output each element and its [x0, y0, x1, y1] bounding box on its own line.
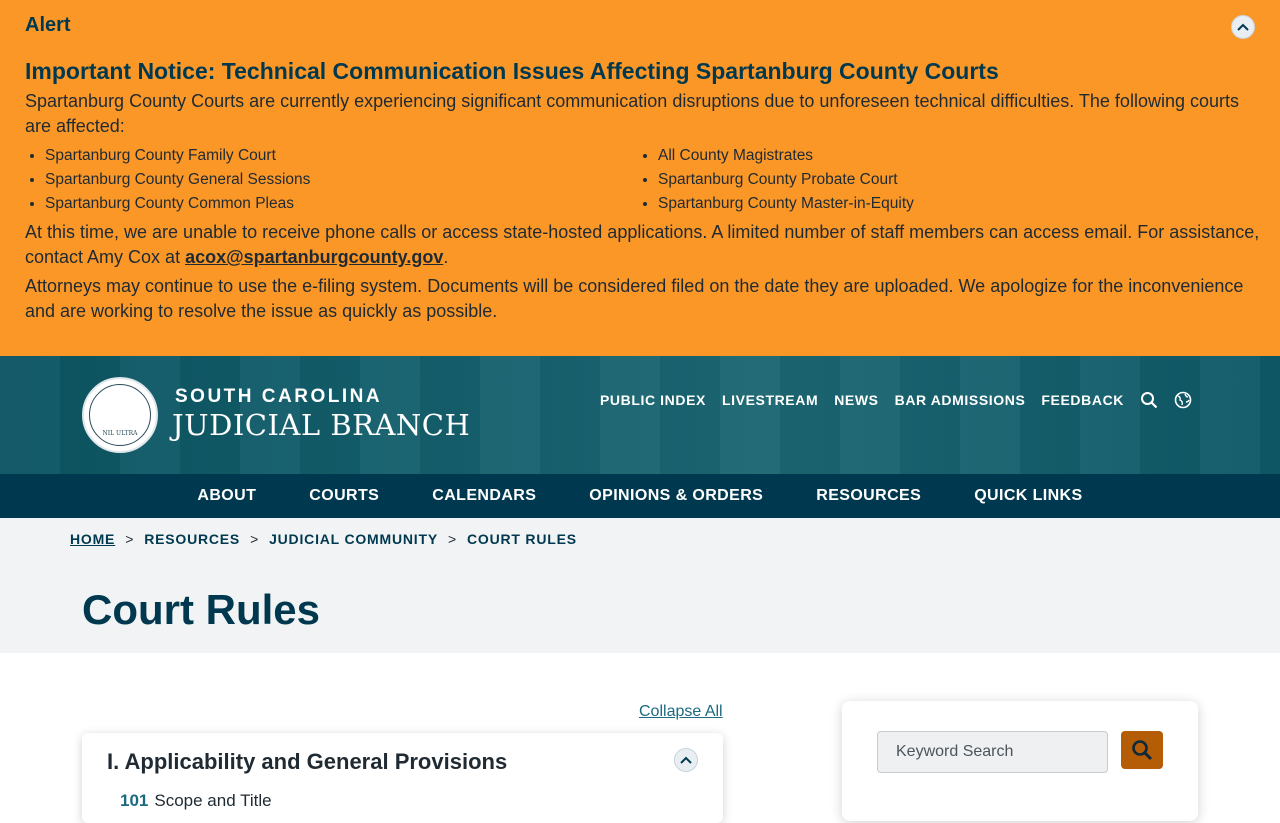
seal-motto: NIL ULTRA — [102, 430, 138, 437]
alert-contact-paragraph: At this time, we are unable to receive p… — [25, 220, 1260, 270]
list-item: Spartanburg County Master-in-Equity — [658, 192, 914, 216]
rule-number[interactable]: 101 — [120, 791, 148, 810]
breadcrumb: HOME > RESOURCES > JUDICIAL COMMUNITY > … — [70, 531, 577, 547]
accordion-collapse-button[interactable] — [674, 748, 698, 772]
page-title: Court Rules — [82, 586, 321, 633]
alert-collapse-button[interactable] — [1231, 15, 1255, 39]
keyword-search-input[interactable] — [877, 731, 1108, 773]
nav-calendars[interactable]: CALENDARS — [432, 487, 536, 505]
title-band: HOME > RESOURCES > JUDICIAL COMMUNITY > … — [0, 518, 1280, 653]
affected-courts-right: All County Magistrates Spartanburg Count… — [658, 144, 914, 216]
alert-intro: Spartanburg County Courts are currently … — [25, 91, 1239, 136]
rule-label: Scope and Title — [154, 791, 272, 810]
judicial-seal-logo[interactable]: NIL ULTRA — [82, 377, 158, 453]
util-link-livestream[interactable]: LIVESTREAM — [722, 392, 818, 408]
main-nav: ABOUT COURTS CALENDARS OPINIONS & ORDERS… — [0, 474, 1280, 518]
list-item: Spartanburg County Family Court — [45, 144, 310, 168]
alert-heading: Alert — [25, 14, 71, 36]
rule-list-item[interactable]: 101 Scope and Title — [120, 791, 272, 811]
brand-state[interactable]: SOUTH CAROLINA — [175, 386, 382, 408]
breadcrumb-separator: > — [447, 531, 457, 547]
chevron-up-icon — [1237, 23, 1249, 31]
seal-inner: NIL ULTRA — [89, 384, 151, 446]
nav-opinions-orders[interactable]: OPINIONS & ORDERS — [589, 487, 763, 505]
breadcrumb-judicial-community[interactable]: JUDICIAL COMMUNITY — [269, 531, 438, 547]
site-header: NIL ULTRA SOUTH CAROLINA JUDICIAL BRANCH… — [0, 356, 1280, 474]
list-item: Spartanburg County General Sessions — [45, 168, 310, 192]
util-link-news[interactable]: NEWS — [834, 392, 878, 408]
collapse-all-link[interactable]: Collapse All — [639, 703, 723, 721]
globe-icon[interactable] — [1174, 391, 1192, 409]
alert-banner: Alert Important Notice: Technical Commun… — [0, 0, 1280, 356]
util-link-public-index[interactable]: PUBLIC INDEX — [600, 392, 706, 408]
alert-contact-end: . — [443, 247, 449, 267]
brand-name[interactable]: JUDICIAL BRANCH — [172, 408, 470, 442]
breadcrumb-separator: > — [250, 531, 260, 547]
rules-accordion-section: I. Applicability and General Provisions … — [82, 733, 723, 823]
nav-quick-links[interactable]: QUICK LINKS — [974, 487, 1082, 505]
contact-email-link[interactable]: acox@spartanburgcounty.gov — [185, 247, 443, 267]
search-icon — [1132, 740, 1153, 761]
nav-about[interactable]: ABOUT — [197, 487, 256, 505]
nav-resources[interactable]: RESOURCES — [816, 487, 921, 505]
accordion-section-title[interactable]: I. Applicability and General Provisions — [107, 749, 507, 775]
search-submit-button[interactable] — [1121, 731, 1163, 769]
search-card — [842, 701, 1198, 821]
chevron-up-icon — [680, 756, 692, 764]
list-item: Spartanburg County Probate Court — [658, 168, 914, 192]
list-item: Spartanburg County Common Pleas — [45, 192, 310, 216]
util-link-feedback[interactable]: FEEDBACK — [1041, 392, 1124, 408]
alert-title: Important Notice: Technical Communicatio… — [25, 58, 999, 84]
util-link-bar-admissions[interactable]: BAR ADMISSIONS — [895, 392, 1026, 408]
alert-efiling-paragraph: Attorneys may continue to use the e-fili… — [25, 276, 1244, 321]
utility-nav: PUBLIC INDEX LIVESTREAM NEWS BAR ADMISSI… — [600, 391, 1192, 409]
search-icon[interactable] — [1140, 391, 1158, 409]
breadcrumb-resources[interactable]: RESOURCES — [144, 531, 240, 547]
affected-courts-left: Spartanburg County Family Court Spartanb… — [45, 144, 310, 216]
nav-courts[interactable]: COURTS — [309, 487, 379, 505]
list-item: All County Magistrates — [658, 144, 914, 168]
breadcrumb-current: COURT RULES — [466, 531, 577, 547]
breadcrumb-home[interactable]: HOME — [70, 531, 115, 547]
breadcrumb-separator: > — [125, 531, 135, 547]
